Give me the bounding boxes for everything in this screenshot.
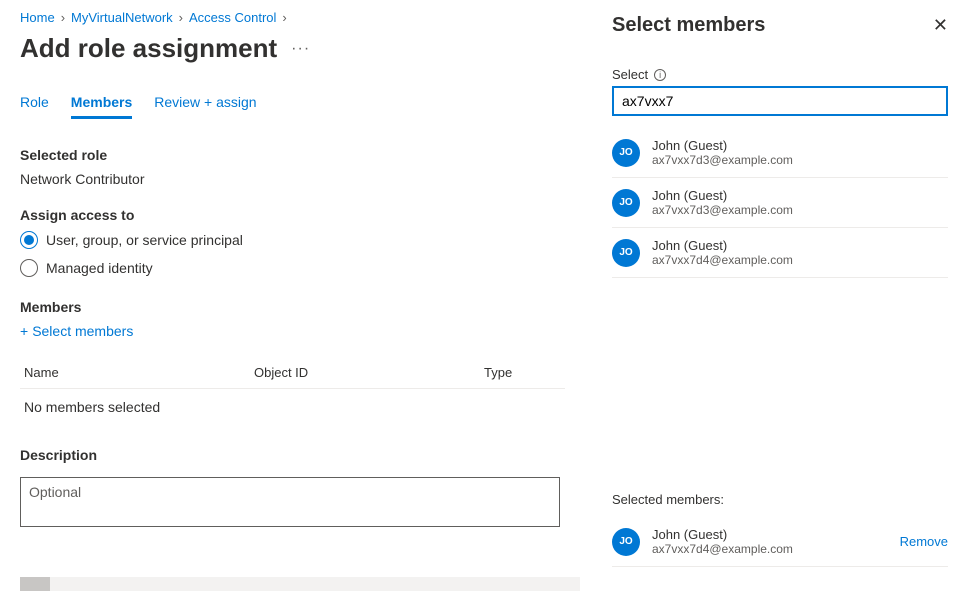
horizontal-scrollbar[interactable] [20, 577, 580, 591]
result-name: John (Guest) [652, 138, 793, 153]
select-members-link[interactable]: + Select members [20, 323, 565, 339]
remove-link[interactable]: Remove [900, 534, 948, 549]
selected-role-value: Network Contributor [20, 171, 565, 187]
select-members-panel: Select members ✕ Select i JO John (Guest… [587, 0, 972, 597]
avatar: JO [612, 139, 640, 167]
breadcrumb: Home › MyVirtualNetwork › Access Control… [20, 10, 565, 25]
radio-icon [20, 259, 38, 277]
members-table-header: Name Object ID Type [20, 357, 565, 389]
chevron-right-icon: › [282, 10, 286, 25]
selected-members-label: Selected members: [612, 492, 948, 507]
result-name: John (Guest) [652, 238, 793, 253]
select-members-text: Select members [32, 323, 133, 339]
col-name: Name [24, 365, 254, 380]
radio-icon [20, 231, 38, 249]
col-type: Type [484, 365, 512, 380]
more-icon[interactable]: ··· [291, 40, 310, 58]
result-list: JO John (Guest) ax7vxx7d3@example.com JO… [612, 128, 948, 278]
scrollbar-thumb[interactable] [20, 577, 50, 591]
close-icon[interactable]: ✕ [933, 15, 948, 36]
col-object-id: Object ID [254, 365, 484, 380]
description-label: Description [20, 447, 565, 463]
members-table-empty: No members selected [20, 389, 565, 425]
breadcrumb-vnet[interactable]: MyVirtualNetwork [71, 10, 173, 25]
tab-members[interactable]: Members [71, 94, 132, 119]
search-input[interactable] [612, 86, 948, 116]
plus-icon: + [20, 323, 28, 339]
panel-title: Select members [612, 14, 765, 37]
description-input[interactable] [20, 477, 560, 527]
tab-role[interactable]: Role [20, 94, 49, 119]
result-email: ax7vxx7d3@example.com [652, 153, 793, 167]
avatar: JO [612, 189, 640, 217]
radio-user-group-principal[interactable]: User, group, or service principal [20, 231, 565, 249]
chevron-right-icon: › [61, 10, 65, 25]
selected-role-label: Selected role [20, 147, 565, 163]
breadcrumb-home[interactable]: Home [20, 10, 55, 25]
tab-review-assign[interactable]: Review + assign [154, 94, 256, 119]
tabs: Role Members Review + assign [20, 94, 565, 119]
selected-email: ax7vxx7d4@example.com [652, 542, 793, 556]
members-label: Members [20, 299, 565, 315]
selected-member-item: JO John (Guest) ax7vxx7d4@example.com Re… [612, 517, 948, 567]
radio-label: User, group, or service principal [46, 232, 243, 248]
radio-label: Managed identity [46, 260, 153, 276]
assign-access-label: Assign access to [20, 207, 565, 223]
breadcrumb-access-control[interactable]: Access Control [189, 10, 276, 25]
avatar: JO [612, 528, 640, 556]
result-item[interactable]: JO John (Guest) ax7vxx7d3@example.com [612, 178, 948, 228]
result-email: ax7vxx7d4@example.com [652, 253, 793, 267]
avatar: JO [612, 239, 640, 267]
chevron-right-icon: › [179, 10, 183, 25]
page-title: Add role assignment [20, 33, 277, 64]
result-name: John (Guest) [652, 188, 793, 203]
info-icon[interactable]: i [654, 69, 666, 81]
radio-managed-identity[interactable]: Managed identity [20, 259, 565, 277]
result-item[interactable]: JO John (Guest) ax7vxx7d4@example.com [612, 228, 948, 278]
selected-name: John (Guest) [652, 527, 793, 542]
result-item[interactable]: JO John (Guest) ax7vxx7d3@example.com [612, 128, 948, 178]
result-email: ax7vxx7d3@example.com [652, 203, 793, 217]
search-label: Select [612, 67, 648, 82]
